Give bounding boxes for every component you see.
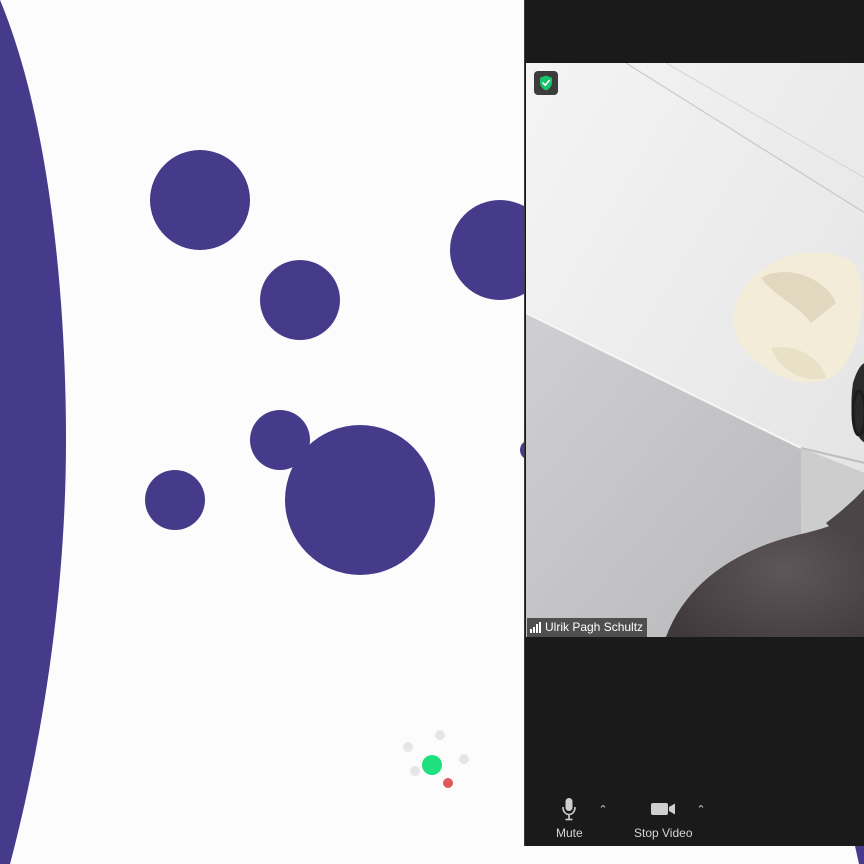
purple-circle (145, 470, 205, 530)
video-camera-icon (650, 796, 676, 822)
microphone-icon (561, 796, 577, 822)
spinner-dot (435, 730, 445, 740)
audio-options-caret-up-icon[interactable]: ⌃ (596, 803, 610, 816)
large-purple-arc (0, 0, 66, 864)
video-options-caret-up-icon[interactable]: ⌃ (694, 803, 708, 816)
signal-bars-icon (530, 622, 541, 633)
shield-check-icon (540, 75, 552, 91)
spinner-dot-red (443, 778, 453, 788)
spinner-dot (403, 742, 413, 752)
spinner-dot (459, 754, 469, 764)
mute-label: Mute (556, 826, 583, 840)
purple-circle (285, 425, 435, 575)
participant-name: Ulrik Pagh Schultz (545, 620, 644, 634)
purple-arc-edge (855, 846, 864, 864)
purple-circle (260, 260, 340, 340)
spinner-dot (410, 766, 420, 776)
participant-name-tag: Ulrik Pagh Schultz (527, 618, 648, 637)
encryption-shield-icon[interactable] (534, 71, 558, 95)
spinner-dot-active (422, 755, 442, 775)
loading-spinner (403, 730, 469, 788)
participant-video-tile[interactable]: Ulrik Pagh Schultz (526, 63, 864, 637)
stop-video-button[interactable]: Stop Video (634, 796, 693, 840)
participant-video-feed (526, 63, 864, 637)
stop-video-label: Stop Video (634, 826, 693, 840)
mute-button[interactable]: Mute (556, 796, 583, 840)
zoom-meeting-window: Ulrik Pagh Schultz Mute ⌃ Stop Video ⌃ (524, 0, 864, 846)
purple-circle (150, 150, 250, 250)
